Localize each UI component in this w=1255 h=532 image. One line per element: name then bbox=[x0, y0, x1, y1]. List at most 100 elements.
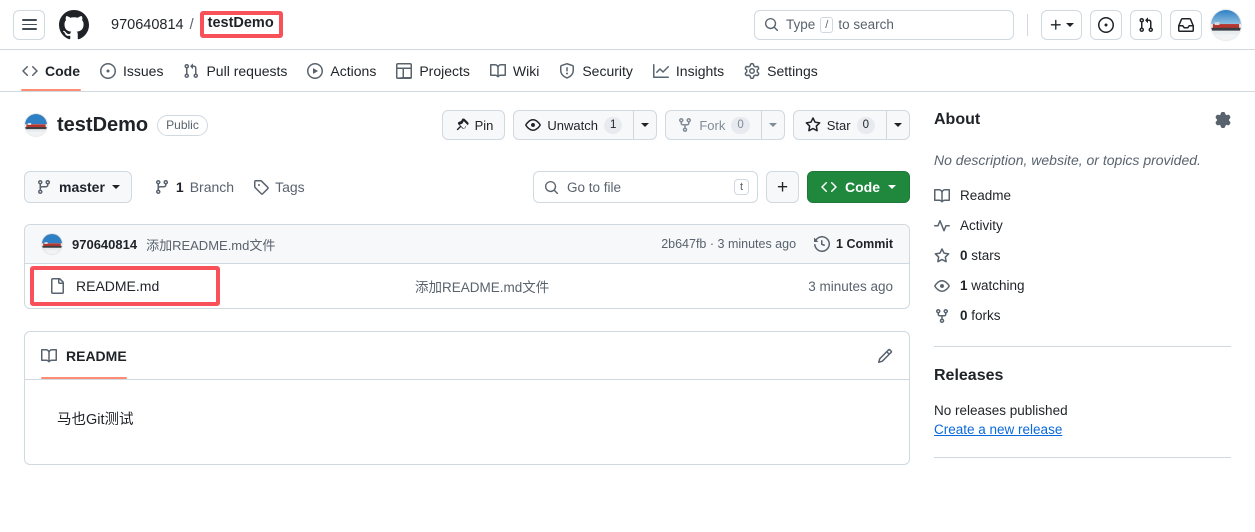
inbox-icon bbox=[1178, 17, 1194, 32]
branch-meta: 1 Branch Tags bbox=[154, 179, 305, 195]
page-title[interactable]: testDemo bbox=[57, 114, 148, 137]
star-dropdown-button[interactable] bbox=[886, 110, 910, 140]
issues-button[interactable] bbox=[1090, 9, 1122, 40]
tab-insights[interactable]: Insights bbox=[644, 50, 733, 91]
fork-icon bbox=[679, 118, 692, 133]
fork-dropdown-button[interactable] bbox=[760, 110, 785, 140]
commit-time: 3 minutes ago bbox=[717, 237, 797, 251]
chevron-down-icon bbox=[894, 123, 902, 127]
branch-count-link[interactable]: 1 Branch bbox=[154, 179, 234, 195]
star-button[interactable]: Star 0 bbox=[792, 110, 886, 140]
play-icon bbox=[307, 62, 324, 79]
unwatch-button[interactable]: Unwatch 1 bbox=[513, 110, 634, 140]
pulse-icon bbox=[934, 218, 950, 234]
sidebar-item-watching[interactable]: 1 watching bbox=[934, 278, 1231, 294]
eye-icon bbox=[934, 278, 950, 294]
file-commit-message[interactable]: 添加README.md文件 bbox=[415, 276, 549, 296]
tab-actions[interactable]: Actions bbox=[298, 50, 385, 91]
watch-dropdown-button[interactable] bbox=[633, 110, 658, 140]
commit-hash[interactable]: 2b647fb bbox=[661, 237, 706, 251]
readme-tab-label: README bbox=[66, 347, 127, 364]
code-icon bbox=[821, 181, 837, 193]
commit-message[interactable]: 添加README.md文件 bbox=[146, 235, 275, 254]
unwatch-label: Unwatch bbox=[547, 117, 598, 133]
code-icon bbox=[22, 65, 38, 76]
breadcrumb-repo-highlighted[interactable]: testDemo bbox=[199, 11, 283, 38]
sidebar: About No description, website, or topics… bbox=[934, 108, 1231, 465]
issues-icon bbox=[1098, 16, 1114, 33]
book-icon bbox=[489, 63, 506, 77]
branch-selector-button[interactable]: master bbox=[24, 171, 132, 203]
inbox-button[interactable] bbox=[1170, 9, 1202, 40]
about-description: No description, website, or topics provi… bbox=[934, 152, 1201, 168]
git-pull-request-icon bbox=[184, 63, 199, 78]
code-download-button[interactable]: Code bbox=[807, 171, 910, 203]
commit-dot: · bbox=[709, 237, 715, 251]
file-name-label: README.md bbox=[76, 278, 160, 294]
edit-readme-button[interactable] bbox=[877, 348, 893, 364]
owner-avatar-image bbox=[25, 114, 47, 136]
tab-wiki-label: Wiki bbox=[512, 62, 540, 79]
pin-button[interactable]: Pin bbox=[441, 110, 506, 140]
commit-author-name[interactable]: 970640814 bbox=[72, 237, 137, 252]
search-placeholder-prefix: Type bbox=[786, 17, 816, 32]
pull-requests-button[interactable] bbox=[1130, 9, 1162, 40]
header-actions: Type / to search bbox=[754, 8, 1242, 41]
user-avatar[interactable] bbox=[1210, 8, 1242, 41]
tab-pull-requests[interactable]: Pull requests bbox=[174, 50, 296, 91]
tab-projects-label: Projects bbox=[419, 62, 470, 79]
github-logo-icon[interactable] bbox=[59, 9, 89, 40]
add-file-button[interactable]: + bbox=[766, 171, 799, 203]
slash-key-badge: / bbox=[820, 16, 834, 33]
global-search-input[interactable]: Type / to search bbox=[754, 9, 1014, 40]
file-link[interactable]: README.md bbox=[41, 278, 159, 294]
tab-settings-label: Settings bbox=[767, 62, 818, 79]
repository-actions: Pin Unwatch 1 Fork 0 Star 0 bbox=[441, 110, 910, 140]
tab-code[interactable]: Code bbox=[13, 50, 89, 91]
chevron-down-icon bbox=[1066, 22, 1074, 27]
sidebar-item-forks[interactable]: 0 forks bbox=[934, 308, 1231, 324]
tab-issues-label: Issues bbox=[123, 62, 164, 79]
create-new-button[interactable] bbox=[1041, 9, 1082, 40]
tab-wiki[interactable]: Wiki bbox=[481, 50, 548, 91]
pin-icon bbox=[456, 117, 469, 130]
commit-author-avatar[interactable] bbox=[41, 233, 63, 255]
book-icon bbox=[934, 188, 950, 204]
repository-navigation: Code Issues Pull requests Actions Projec… bbox=[0, 50, 1255, 92]
table-row[interactable]: README.md 添加README.md文件 3 minutes ago bbox=[25, 264, 909, 308]
commit-avatar-image bbox=[42, 234, 62, 254]
go-to-file-input[interactable]: Go to file t bbox=[533, 171, 758, 203]
chevron-down-icon bbox=[641, 123, 650, 127]
graph-icon bbox=[652, 63, 669, 78]
tab-projects[interactable]: Projects bbox=[387, 50, 479, 91]
releases-title: Releases bbox=[934, 366, 1004, 384]
sidebar-item-activity[interactable]: Activity bbox=[934, 218, 1231, 234]
tab-issues[interactable]: Issues bbox=[91, 50, 172, 91]
table-icon bbox=[396, 62, 413, 79]
sidebar-item-readme[interactable]: Readme bbox=[934, 188, 1231, 204]
hamburger-menu-icon[interactable] bbox=[13, 9, 45, 40]
forks-count: 0 bbox=[960, 308, 968, 324]
commit-hash-and-time: 2b647fb · 3 minutes ago bbox=[661, 237, 796, 251]
tab-code-label: Code bbox=[45, 62, 80, 79]
create-release-link[interactable]: Create a new release bbox=[934, 422, 1062, 437]
tab-readme[interactable]: README bbox=[41, 332, 127, 379]
watching-text: watching bbox=[967, 278, 1025, 294]
global-header: 970640814 / testDemo Type / to search bbox=[0, 0, 1255, 50]
star-label: Star bbox=[826, 117, 851, 133]
commit-count-link[interactable]: 1 Commit bbox=[814, 236, 893, 252]
fork-button[interactable]: Fork 0 bbox=[665, 110, 761, 140]
sidebar-item-stars-label: 0 stars bbox=[960, 248, 1001, 263]
sidebar-item-stars[interactable]: 0 stars bbox=[934, 247, 1231, 264]
tab-settings[interactable]: Settings bbox=[735, 50, 827, 91]
owner-avatar[interactable] bbox=[24, 113, 48, 137]
star-button-group: Star 0 bbox=[792, 110, 910, 140]
branch-toolbar: master 1 Branch Tags Go to file t + Code bbox=[24, 171, 910, 203]
main-column: testDemo Public Pin Unwatch 1 Fork 0 Sta… bbox=[24, 108, 910, 465]
about-settings-gear-icon[interactable] bbox=[1215, 112, 1231, 128]
tab-security[interactable]: Security bbox=[550, 50, 642, 91]
tags-link[interactable]: Tags bbox=[253, 179, 305, 195]
shield-icon bbox=[560, 62, 575, 79]
forks-text: forks bbox=[967, 308, 1001, 324]
breadcrumb-owner[interactable]: 970640814 bbox=[111, 17, 184, 33]
